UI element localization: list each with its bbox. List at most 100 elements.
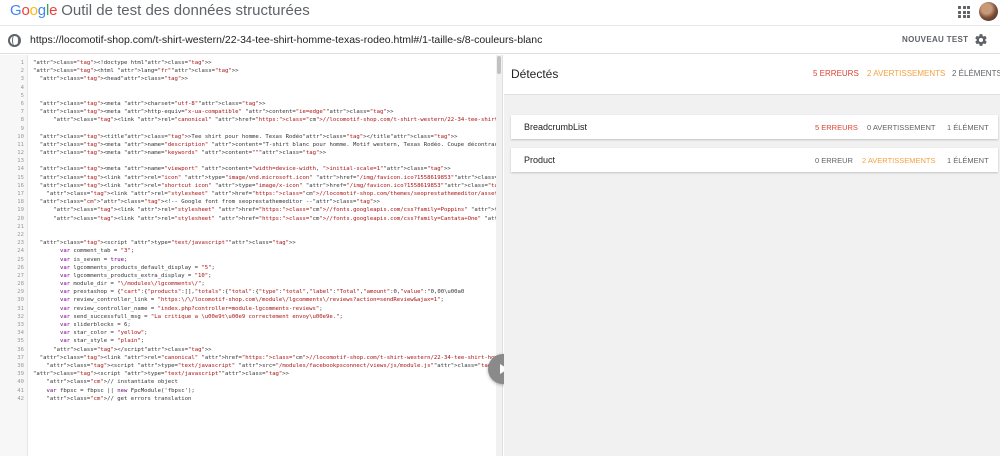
code-line[interactable]: 27 var lgcomments_products_extra_display…	[0, 272, 496, 280]
code-line[interactable]: 38 "attr">class="tag"><script "attr">typ…	[0, 362, 502, 370]
code-line[interactable]: 32 var send_successfull_msg = "La critiq…	[0, 313, 496, 321]
code-line-text: "attr">class="tag"><link "attr">rel="sty…	[53, 215, 503, 222]
result-item-product[interactable]: Product 0 ERREUR 2 AVERTISSEMENTS 1 ÉLÉM…	[511, 148, 998, 172]
code-line-text: "attr">class="cm">// instantiate object	[46, 379, 178, 386]
line-number: 14	[17, 166, 24, 173]
code-line[interactable]: 16 "attr">class="tag"><link "attr">rel="…	[0, 182, 502, 190]
code-line[interactable]: 13	[0, 157, 496, 165]
code-line[interactable]: 40 "attr">class="cm">// instantiate obje…	[0, 378, 496, 386]
code-line-text: var module_dir = "\/modules\/lgcomments\…	[59, 281, 205, 288]
code-line[interactable]: 11 "attr">class="tag"><meta "attr">name=…	[0, 141, 502, 149]
line-number: 34	[17, 330, 24, 337]
result-item-name: Product	[524, 155, 556, 165]
code-line[interactable]: 17 "attr">class="tag"><link "attr">rel="…	[0, 190, 502, 198]
code-line[interactable]: 41 var fbpsc = fbpsc || new FpcModule('f…	[0, 387, 496, 395]
code-line[interactable]: 28 var module_dir = "\/modules\/lgcommen…	[0, 280, 496, 288]
code-line[interactable]: 5	[0, 92, 496, 100]
code-line-text: "attr">class="tag"><meta "attr">name="de…	[39, 141, 502, 148]
editor-scrollbar[interactable]	[496, 55, 502, 456]
line-number: 6	[20, 100, 24, 107]
result-item-breadcrumblist[interactable]: BreadcrumbList 5 ERREURS 0 AVERTISSEMENT…	[511, 115, 998, 139]
code-line[interactable]: 23 "attr">class="tag"><script "attr">typ…	[0, 239, 496, 247]
line-number: 32	[17, 313, 24, 320]
code-line[interactable]: 36 "attr">class="tag"></script"attr">cla…	[0, 346, 496, 354]
code-line-text: var sliderblocks = 6;	[59, 322, 131, 328]
code-line[interactable]: 21	[0, 223, 496, 231]
code-line[interactable]: 39 "attr">class="tag"><script "attr">type…	[0, 370, 496, 378]
code-line[interactable]: 31 var review_controller_name = "index.p…	[0, 305, 496, 313]
line-number: 22	[17, 231, 24, 238]
results-title: Détectés	[511, 67, 559, 81]
code-line[interactable]: 2 "attr">class="tag"><html "attr">lang="f…	[0, 67, 496, 75]
summary-warnings[interactable]: 2 AVERTISSEMENTS	[867, 69, 945, 78]
code-line-text: "attr">class="tag"></script"attr">class=…	[53, 346, 212, 353]
code-line[interactable]: 24 var comment_tab = "3";	[0, 247, 496, 255]
line-number: 1	[20, 60, 24, 66]
code-line-text: var is_seven = true;	[59, 256, 128, 263]
code-line[interactable]: 12 "attr">class="tag"><meta "attr">name=…	[0, 149, 496, 157]
code-line-text: var prestashop = {"cart":{"products":[],…	[59, 289, 465, 296]
line-number: 24	[17, 248, 24, 255]
line-number: 31	[17, 305, 24, 312]
code-editor[interactable]: 1 "attr">class="tag"><!doctype html"attr"…	[0, 55, 503, 456]
source-code[interactable]: 1 "attr">class="tag"><!doctype html"attr"…	[0, 59, 502, 403]
line-number: 40	[17, 379, 24, 386]
line-number: 37	[17, 354, 24, 361]
code-line[interactable]: 30 var review_controller_link = "https:\…	[0, 296, 496, 304]
code-line-text: var star_color = "yellow";	[59, 330, 148, 337]
line-number: 21	[17, 223, 24, 230]
result-item-elements: 1 ÉLÉMENT	[947, 156, 989, 165]
code-line-text: "attr">class="cm">// get errors translat…	[46, 395, 192, 402]
account-avatar[interactable]	[979, 2, 998, 21]
gear-icon[interactable]	[974, 33, 988, 47]
code-line-text: "attr">class="tag"><link "attr">rel="ico…	[39, 174, 502, 181]
code-line[interactable]: 34 var star_color = "yellow";	[0, 329, 496, 337]
code-line[interactable]: 33 var sliderblocks = 6;	[0, 321, 496, 329]
line-number: 16	[17, 182, 24, 189]
line-number: 17	[17, 191, 24, 197]
result-item-warnings: 0 AVERTISSEMENT	[867, 123, 936, 132]
code-line[interactable]: 15 "attr">class="tag"><link "attr">rel="…	[0, 174, 502, 182]
code-line[interactable]: 29 var prestashop = {"cart":{"products":…	[0, 288, 496, 296]
code-line[interactable]: 20 "attr">class="tag"><link "attr">rel="…	[0, 215, 502, 223]
code-line[interactable]: 35 var star_style = "plain";	[0, 337, 496, 345]
code-line[interactable]: 26 var lgcomments_products_default_displ…	[0, 264, 496, 272]
code-line[interactable]: 1 "attr">class="tag"><!doctype html"attr"…	[0, 59, 496, 67]
code-line[interactable]: 10 "attr">class="tag"><title"attr">class…	[0, 133, 496, 141]
line-number: 42	[17, 395, 24, 402]
code-line[interactable]: 7 "attr">class="tag"><meta "attr">http-e…	[0, 108, 496, 116]
code-line[interactable]: 6 "attr">class="tag"><meta "attr">charse…	[0, 100, 496, 108]
line-number: 11	[17, 141, 24, 148]
app-logo[interactable]: Google Outil de test des données structur…	[10, 2, 310, 19]
line-number: 29	[17, 289, 24, 296]
line-number: 33	[17, 322, 24, 328]
globe-icon	[8, 34, 21, 47]
code-line[interactable]: 9	[0, 125, 496, 133]
line-number: 36	[17, 346, 24, 353]
line-number: 13	[17, 158, 24, 165]
code-line[interactable]: 14 "attr">class="tag"><meta "attr">name=…	[0, 165, 496, 173]
code-line-text: "attr">class="tag"><title"attr">class="t…	[39, 133, 458, 140]
summary-errors[interactable]: 5 ERREURS	[813, 69, 859, 78]
code-line-text: "attr">class="tag"><script "attr">type="…	[39, 240, 296, 247]
code-line[interactable]: 25 var is_seven = true;	[0, 256, 496, 264]
tested-url[interactable]: https://locomotif-shop.com/t-shirt-weste…	[30, 34, 542, 46]
editor-scrollbar-thumb[interactable]	[497, 56, 501, 74]
code-line[interactable]: 37 "attr">class="tag"><link "attr">rel="…	[0, 354, 502, 362]
code-line[interactable]: 3 "attr">class="tag"><head"attr">class="…	[0, 75, 496, 83]
new-test-button[interactable]: NOUVEAU TEST	[902, 35, 968, 44]
code-line[interactable]: 4	[0, 84, 496, 92]
code-line-text: var fbpsc = fbpsc || new FpcModule('fbps…	[46, 387, 195, 394]
line-number: 27	[17, 272, 24, 279]
code-line[interactable]: 8 "attr">class="tag"><link "attr">rel="c…	[0, 116, 502, 124]
line-number: 18	[17, 199, 24, 206]
apps-grid-icon[interactable]	[958, 6, 970, 18]
code-line[interactable]: 22	[0, 231, 496, 239]
code-line[interactable]: 19 "attr">class="tag"><link "attr">rel="…	[0, 206, 502, 214]
line-number: 35	[17, 338, 24, 345]
code-line[interactable]: 18 "attr">class="cm">"attr">class="tag">…	[0, 198, 496, 206]
app-title: Outil de test des données structurées	[61, 2, 310, 19]
code-line-text: "attr">class="tag"><meta "attr">charset=…	[39, 100, 266, 107]
line-number: 3	[20, 76, 24, 83]
code-line[interactable]: 42 "attr">class="cm">// get errors trans…	[0, 395, 496, 403]
